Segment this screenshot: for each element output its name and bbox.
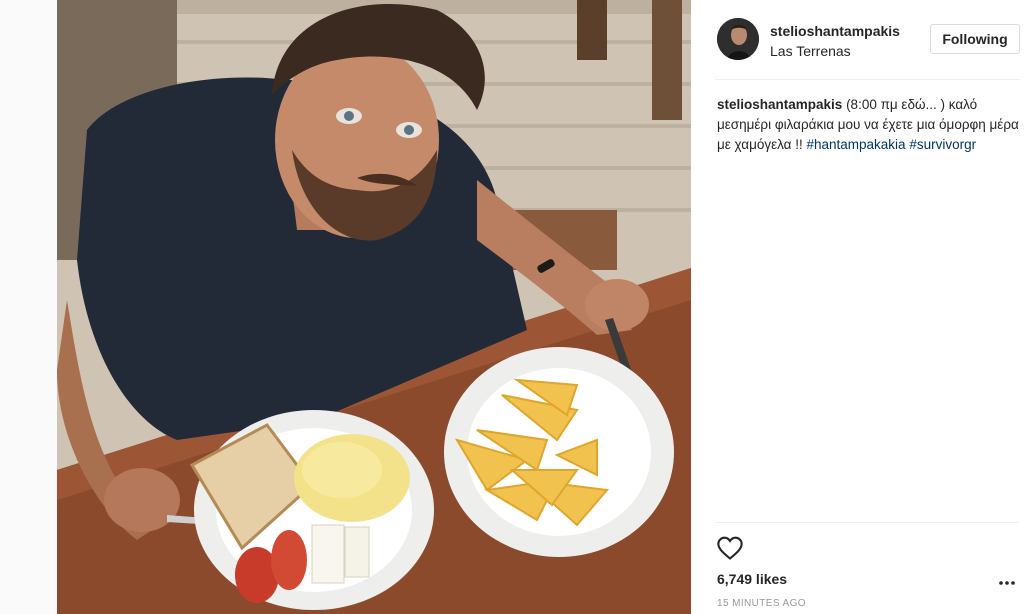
- actions-divider: [715, 522, 1020, 523]
- photo-illustration: [57, 0, 691, 614]
- more-options-icon: [999, 581, 1015, 585]
- hashtag-hantampakakia[interactable]: #hantampakakia: [807, 137, 906, 152]
- user-avatar[interactable]: [717, 18, 759, 60]
- post-header: stelioshantampakis Las Terrenas Followin…: [691, 0, 1024, 80]
- post-photo[interactable]: [57, 0, 691, 614]
- following-button[interactable]: Following: [930, 24, 1020, 54]
- post-caption: stelioshantampakis (8:00 πμ εδώ... ) καλ…: [717, 95, 1023, 155]
- post-location[interactable]: Las Terrenas: [770, 43, 851, 59]
- heart-outline-icon: [717, 536, 743, 560]
- post-sidebar: stelioshantampakis Las Terrenas Followin…: [691, 0, 1024, 614]
- avatar-icon: [717, 18, 759, 60]
- header-divider: [715, 79, 1020, 80]
- post-username[interactable]: stelioshantampakis: [770, 23, 900, 39]
- more-options-button[interactable]: [996, 572, 1018, 594]
- like-button[interactable]: [716, 534, 744, 562]
- caption-username[interactable]: stelioshantampakis: [717, 97, 842, 112]
- hashtag-survivorgr[interactable]: #survivorgr: [909, 137, 976, 152]
- post-timestamp[interactable]: 15 MINUTES AGO: [717, 598, 806, 609]
- likes-count[interactable]: 6,749 likes: [717, 571, 787, 587]
